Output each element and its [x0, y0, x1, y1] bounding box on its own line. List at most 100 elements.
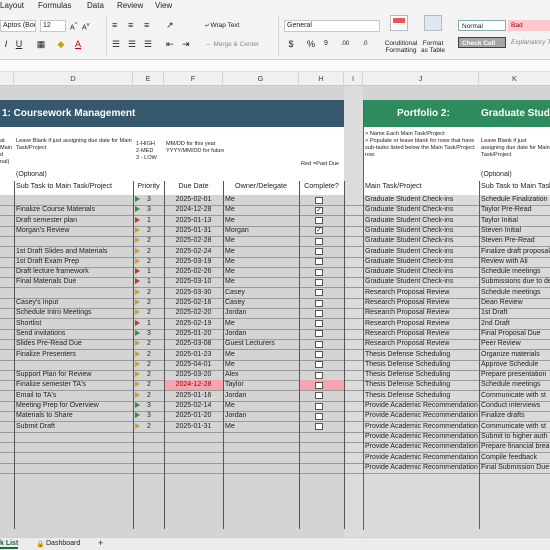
subtask-right-cell[interactable]: Schedule meetings [481, 267, 550, 277]
subtask-right-cell[interactable]: Dean Review [481, 298, 550, 308]
priority-cell[interactable]: 2 [135, 247, 163, 257]
subtask-cell[interactable]: Meeting Prep for Overview [16, 401, 132, 411]
owner-cell[interactable] [225, 453, 298, 463]
outdent-icon[interactable]: ⇥ [182, 39, 190, 49]
owner-cell[interactable]: Jordan [225, 391, 298, 401]
style-normal[interactable]: Normal [458, 20, 506, 31]
owner-cell[interactable]: Me [225, 422, 298, 432]
number-format-select[interactable]: General [284, 20, 380, 32]
font-color-icon[interactable]: A [72, 39, 84, 49]
owner-cell[interactable]: Me [225, 195, 298, 205]
owner-cell[interactable]: Casey [225, 298, 298, 308]
subtask-right-cell[interactable]: Compile feedback [481, 453, 550, 463]
percent-icon[interactable]: % [305, 39, 317, 49]
priority-cell[interactable]: 1 [135, 267, 163, 277]
subtask-cell[interactable]: Schedule Intro Meetings [16, 308, 132, 318]
subtask-right-cell[interactable]: 1st Draft [481, 308, 550, 318]
column-header-h[interactable]: H [299, 72, 344, 86]
complete-checkbox[interactable] [315, 330, 323, 338]
complete-checkbox[interactable] [315, 320, 323, 328]
subtask-right-cell[interactable]: Steven Pre-Read [481, 236, 550, 246]
subtask-right-cell[interactable]: Review with Ali [481, 257, 550, 267]
owner-cell[interactable]: Me [225, 257, 298, 267]
priority-cell[interactable]: 2 [135, 422, 163, 432]
due-date-cell[interactable]: 2025-03-19 [164, 257, 223, 267]
complete-checkbox[interactable]: ✓ [315, 206, 323, 214]
complete-checkbox[interactable]: ✓ [315, 227, 323, 235]
priority-cell[interactable]: 3 [135, 205, 163, 215]
subtask-right-cell[interactable]: Peer Review [481, 339, 550, 349]
main-task-cell[interactable]: Thesis Defense Scheduling [365, 370, 478, 380]
complete-checkbox[interactable] [315, 340, 323, 348]
owner-cell[interactable]: Me [225, 401, 298, 411]
due-date-cell[interactable]: 2025-01-13 [164, 216, 223, 226]
due-date-cell[interactable] [164, 442, 223, 452]
main-task-cell[interactable]: Provide Academic Recommendations [365, 463, 478, 473]
complete-checkbox[interactable] [315, 268, 323, 276]
owner-cell[interactable] [225, 463, 298, 473]
subtask-cell[interactable]: Slides Pre-Read Due [16, 339, 132, 349]
menu-review[interactable]: Review [117, 1, 143, 10]
owner-cell[interactable] [225, 442, 298, 452]
priority-cell[interactable]: 3 [135, 411, 163, 421]
owner-cell[interactable]: Morgan [225, 226, 298, 236]
subtask-cell[interactable]: Morgan's Review [16, 226, 132, 236]
format-as-table-label[interactable]: Format as Table [420, 40, 446, 54]
column-header-d[interactable]: D [14, 72, 133, 86]
subtask-right-cell[interactable]: Prepare presentation [481, 370, 550, 380]
fill-color-icon[interactable]: ◆ [55, 39, 67, 49]
due-date-cell[interactable] [164, 432, 223, 442]
complete-checkbox[interactable] [315, 289, 323, 297]
sheet-tab-task-list[interactable]: k List [0, 540, 19, 549]
due-date-cell[interactable]: 2025-04-01 [164, 360, 223, 370]
owner-cell[interactable]: Taylor [225, 380, 298, 390]
due-date-cell[interactable]: 2024-12-28 [164, 205, 223, 215]
column-header-g[interactable]: G [223, 72, 299, 86]
priority-cell[interactable]: 3 [135, 195, 163, 205]
priority-cell[interactable]: 1 [135, 277, 163, 287]
column-header-e[interactable]: E [133, 72, 164, 86]
priority-cell[interactable]: 2 [135, 308, 163, 318]
align-center-icon[interactable]: ☰ [128, 39, 136, 49]
main-task-cell[interactable]: Provide Academic Recommendations [365, 432, 478, 442]
align-bottom-icon[interactable]: ≡ [144, 20, 149, 30]
owner-cell[interactable]: Me [225, 350, 298, 360]
menu-view[interactable]: View [155, 1, 172, 10]
subtask-right-cell[interactable]: Finalize drafts [481, 411, 550, 421]
complete-checkbox[interactable] [315, 392, 323, 400]
priority-cell[interactable]: 2 [135, 226, 163, 236]
priority-cell[interactable]: 3 [135, 329, 163, 339]
indent-icon[interactable]: ⇤ [166, 39, 174, 49]
subtask-cell[interactable]: Materials to Share [16, 411, 132, 421]
priority-cell[interactable]: 2 [135, 360, 163, 370]
formula-bar[interactable] [0, 60, 550, 72]
italic-icon[interactable]: I [0, 39, 12, 49]
main-task-cell[interactable]: Provide Academic Recommendations [365, 422, 478, 432]
main-task-cell[interactable]: Provide Academic Recommendations [365, 453, 478, 463]
align-top-icon[interactable]: ≡ [112, 20, 117, 30]
main-task-cell[interactable]: Research Proposal Review [365, 339, 478, 349]
due-date-cell[interactable]: 2025-03-08 [164, 339, 223, 349]
due-date-cell[interactable] [164, 453, 223, 463]
main-task-cell[interactable]: Research Proposal Review [365, 308, 478, 318]
main-task-cell[interactable]: Thesis Defense Scheduling [365, 350, 478, 360]
main-task-cell[interactable]: Graduate Student Check-ins [365, 205, 478, 215]
due-date-cell[interactable]: 2025-01-20 [164, 329, 223, 339]
owner-cell[interactable]: Me [225, 247, 298, 257]
subtask-cell[interactable] [16, 360, 132, 370]
menu-layout[interactable]: Layout [0, 1, 24, 10]
due-date-cell[interactable]: 2025-02-26 [164, 267, 223, 277]
complete-checkbox[interactable] [315, 371, 323, 379]
merge-center-button[interactable]: ⇔ Merge & Center [205, 41, 259, 48]
conditional-formatting-label[interactable]: Conditional Formatting [384, 40, 418, 54]
owner-cell[interactable]: Jordan [225, 411, 298, 421]
main-task-cell[interactable]: Graduate Student Check-ins [365, 216, 478, 226]
subtask-right-cell[interactable]: Communicate with st [481, 422, 550, 432]
subtask-cell[interactable]: Shortlist [16, 319, 132, 329]
grow-font-icon[interactable]: A^ [70, 20, 77, 33]
main-task-cell[interactable]: Provide Academic Recommendations [365, 401, 478, 411]
owner-cell[interactable]: Me [225, 319, 298, 329]
priority-cell[interactable]: 2 [135, 370, 163, 380]
decrease-decimal-icon[interactable]: .0 [356, 39, 374, 49]
subtask-cell[interactable]: Finalize Course Materials [16, 205, 132, 215]
